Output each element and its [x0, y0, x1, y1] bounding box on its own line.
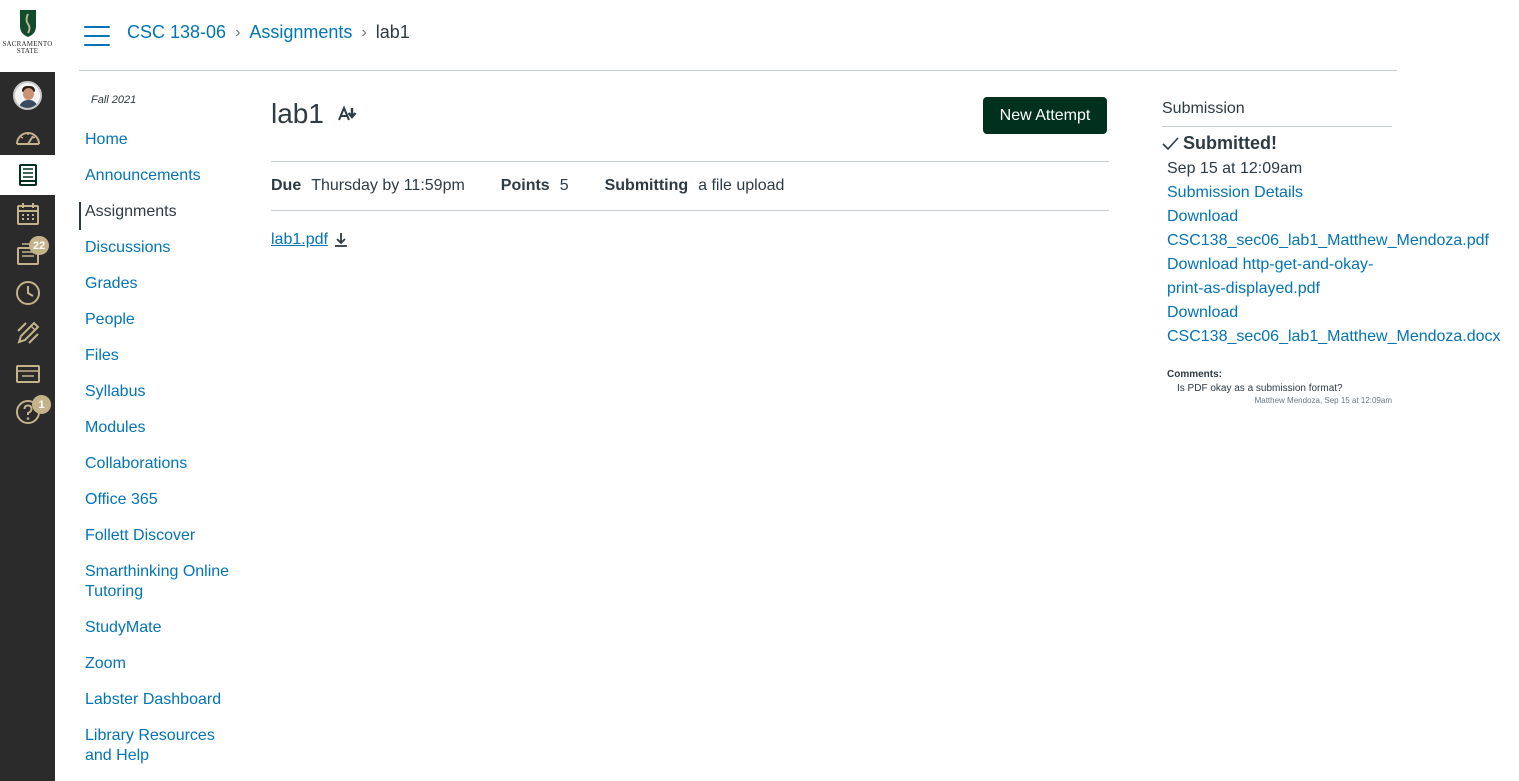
- download-file2-link-line1[interactable]: Download http-get-and-okay-: [1167, 253, 1502, 277]
- course-nav-office-365[interactable]: Office 365: [79, 490, 158, 510]
- course-nav: Fall 2021 Home Announcements Assignments…: [79, 94, 249, 764]
- submission-date: Sep 15 at 12:09am: [1167, 160, 1303, 177]
- comment-text: Is PDF okay as a submission format?: [1177, 383, 1343, 394]
- course-nav-files[interactable]: Files: [79, 346, 119, 366]
- courses-book-icon: [18, 164, 37, 186]
- breadcrumb-current: lab1: [375, 22, 410, 42]
- page-header: CSC 138-06 › Assignments › lab1: [79, 0, 1397, 71]
- download-icon[interactable]: [332, 231, 350, 249]
- pencil-ruler-icon: [16, 321, 39, 344]
- nav-courses[interactable]: [0, 155, 55, 195]
- course-nav-library-resources[interactable]: Library Resources and Help: [79, 726, 229, 766]
- course-nav-studymate[interactable]: StudyMate: [79, 618, 161, 638]
- immersive-reader-icon[interactable]: [338, 104, 360, 124]
- download-file3-link[interactable]: CSC138_sec06_lab1_Matthew_Mendoza.docx: [1167, 325, 1502, 349]
- title-row: lab1 New Attempt: [271, 95, 1109, 145]
- course-nav-modules[interactable]: Modules: [79, 418, 145, 438]
- calendar-icon: [16, 203, 39, 225]
- breadcrumb: CSC 138-06 › Assignments › lab1: [127, 22, 410, 43]
- breadcrumb-assignments[interactable]: Assignments: [249, 22, 352, 43]
- attachment-row: lab1.pdf: [271, 231, 350, 249]
- due-label: Due: [271, 177, 302, 194]
- comments-section: Comments: Is PDF okay as a submission fo…: [1167, 369, 1392, 405]
- breadcrumb-separator-icon: ›: [361, 23, 367, 41]
- course-nav-grades[interactable]: Grades: [79, 274, 137, 294]
- nav-studio[interactable]: [0, 354, 55, 394]
- assignment-details: Due Thursday by 11:59pm Points 5 Submitt…: [271, 161, 1109, 211]
- page-title: lab1: [271, 98, 324, 129]
- course-nav-labster[interactable]: Labster Dashboard: [79, 690, 221, 710]
- course-nav-discussions[interactable]: Discussions: [79, 238, 170, 258]
- course-nav-follett-discover[interactable]: Follett Discover: [79, 526, 195, 546]
- breadcrumb-separator-icon: ›: [235, 23, 241, 41]
- submission-details-link[interactable]: Submission Details: [1167, 181, 1502, 205]
- nav-dashboard[interactable]: [0, 118, 55, 158]
- submitting-value: a file upload: [698, 177, 785, 194]
- help-badge: 1: [32, 395, 51, 414]
- checkmark-icon: [1162, 136, 1179, 150]
- submitting-label: Submitting: [604, 177, 689, 194]
- nav-calendar[interactable]: [0, 194, 55, 234]
- nav-history[interactable]: [0, 273, 55, 313]
- download-file2-link-line2[interactable]: print-as-displayed.pdf: [1167, 277, 1502, 301]
- course-nav-assignments[interactable]: Assignments: [79, 202, 177, 230]
- term-label: Fall 2021: [91, 94, 137, 106]
- comments-label: Comments:: [1167, 369, 1223, 380]
- breadcrumb-course[interactable]: CSC 138-06: [127, 22, 226, 43]
- course-nav-people[interactable]: People: [79, 310, 135, 330]
- course-nav-collaborations[interactable]: Collaborations: [79, 454, 187, 474]
- course-menu-toggle-icon[interactable]: [84, 26, 110, 46]
- course-nav-zoom[interactable]: Zoom: [79, 654, 126, 674]
- points-value: 5: [559, 177, 569, 194]
- course-nav-home[interactable]: Home: [79, 130, 128, 150]
- submission-status: Submitted!: [1162, 133, 1502, 154]
- sacramento-state-logo[interactable]: SACRAMENTO STATE: [0, 0, 55, 72]
- inbox-badge: 22: [29, 236, 50, 255]
- download-file1-link[interactable]: CSC138_sec06_lab1_Matthew_Mendoza.pdf: [1167, 229, 1502, 253]
- studio-icon: [15, 365, 40, 383]
- nav-account[interactable]: [0, 75, 55, 115]
- submission-heading: Submission: [1162, 100, 1392, 127]
- course-nav-smarthinking[interactable]: Smarthinking Online Tutoring: [79, 562, 239, 602]
- new-attempt-button[interactable]: New Attempt: [983, 97, 1107, 134]
- submission-sidebar: Submission Submitted! Sep 15 at 12:09am …: [1162, 100, 1502, 405]
- submission-lines: Sep 15 at 12:09am Submission Details Dow…: [1167, 157, 1502, 349]
- course-nav-syllabus[interactable]: Syllabus: [79, 382, 145, 402]
- course-nav-announcements[interactable]: Announcements: [79, 166, 201, 186]
- attachment-link[interactable]: lab1.pdf: [271, 231, 328, 249]
- avatar: [13, 80, 42, 110]
- points-label: Points: [500, 177, 550, 194]
- comment-meta: Matthew Mendoza, Sep 15 at 12:09am: [1254, 396, 1392, 405]
- download-file3-link-label[interactable]: Download: [1167, 301, 1502, 325]
- due-value: Thursday by 11:59pm: [311, 177, 465, 194]
- history-clock-icon: [15, 281, 40, 305]
- nav-commons[interactable]: [0, 313, 55, 353]
- submission-status-text: Submitted!: [1183, 133, 1277, 153]
- logo-shield-icon: [19, 10, 36, 37]
- global-nav: SACRAMENTO STATE 22 1: [0, 0, 55, 781]
- dashboard-icon: [15, 132, 40, 145]
- logo-text: SACRAMENTO STATE: [2, 40, 53, 55]
- download-file1-link-label[interactable]: Download: [1167, 205, 1502, 229]
